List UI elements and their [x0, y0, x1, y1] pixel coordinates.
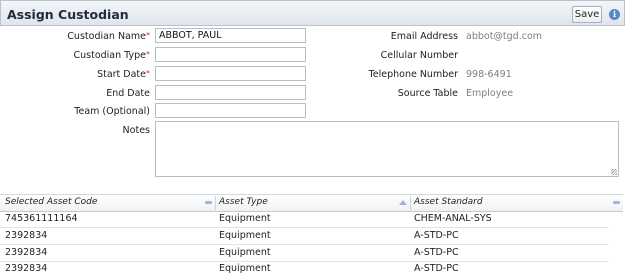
team-field[interactable]	[155, 103, 306, 118]
column-menu-icon[interactable]	[613, 201, 620, 204]
required-marker: *	[146, 31, 150, 40]
end-date-label: End Date	[106, 88, 150, 99]
sort-ascending-icon[interactable]	[399, 200, 407, 205]
dialog-header: Assign Custodian Save i	[0, 0, 625, 26]
asset-standard-cell: A-STD-PC	[414, 247, 459, 258]
asset-type-cell: Equipment	[219, 230, 271, 241]
custodian-type-field[interactable]	[155, 47, 306, 62]
custodian-type-label: Custodian Type*	[73, 50, 151, 61]
table-row[interactable]: 2392834 Equipment A-STD-PC	[0, 228, 609, 245]
email-label: Email Address	[390, 31, 458, 42]
info-icon[interactable]: i	[609, 9, 620, 20]
asset-code-cell: 2392834	[5, 230, 48, 241]
column-header-asset-code[interactable]: Selected Asset Code	[5, 197, 97, 207]
start-date-field[interactable]	[155, 66, 306, 81]
notes-label: Notes	[122, 125, 150, 136]
asset-standard-cell: A-STD-PC	[414, 230, 459, 241]
notes-textarea[interactable]	[155, 121, 619, 177]
table-row[interactable]: 2392834 Equipment A-STD-PC	[0, 245, 609, 262]
source-table-value: Employee	[466, 88, 514, 99]
table-row[interactable]: 745361111164 Equipment CHEM-ANAL-SYS	[0, 211, 609, 228]
save-button[interactable]: Save	[572, 6, 602, 23]
column-menu-icon[interactable]	[205, 201, 212, 204]
table-row[interactable]: 2392834 Equipment A-STD-PC	[0, 261, 609, 274]
asset-code-cell: 2392834	[5, 263, 48, 274]
cellular-label: Cellular Number	[380, 50, 458, 61]
asset-type-cell: Equipment	[219, 213, 271, 224]
resize-grip-icon[interactable]	[611, 169, 617, 175]
custodian-name-label: Custodian Name*	[67, 31, 150, 42]
column-divider[interactable]	[215, 196, 216, 210]
asset-standard-cell: A-STD-PC	[414, 263, 459, 274]
asset-type-cell: Equipment	[219, 263, 271, 274]
telephone-value: 998-6491	[466, 69, 512, 80]
asset-code-cell: 2392834	[5, 247, 48, 258]
asset-type-cell: Equipment	[219, 247, 271, 258]
required-marker: *	[146, 50, 150, 59]
asset-code-cell: 745361111164	[5, 213, 78, 224]
telephone-label: Telephone Number	[368, 69, 458, 80]
email-value: abbot@tgd.com	[466, 31, 543, 42]
column-header-asset-standard[interactable]: Asset Standard	[414, 197, 483, 207]
dialog-title: Assign Custodian	[7, 7, 129, 22]
column-divider[interactable]	[410, 196, 411, 210]
source-table-label: Source Table	[397, 88, 458, 99]
asset-standard-cell: CHEM-ANAL-SYS	[414, 213, 492, 224]
end-date-field[interactable]	[155, 85, 306, 100]
team-label: Team (Optional)	[74, 106, 150, 117]
column-header-asset-type[interactable]: Asset Type	[219, 197, 268, 207]
required-marker: *	[146, 69, 150, 78]
start-date-label: Start Date*	[97, 69, 150, 80]
custodian-name-field[interactable]: ABBOT, PAUL	[155, 28, 306, 43]
grid-header: Selected Asset Code Asset Type Asset Sta…	[0, 194, 623, 212]
